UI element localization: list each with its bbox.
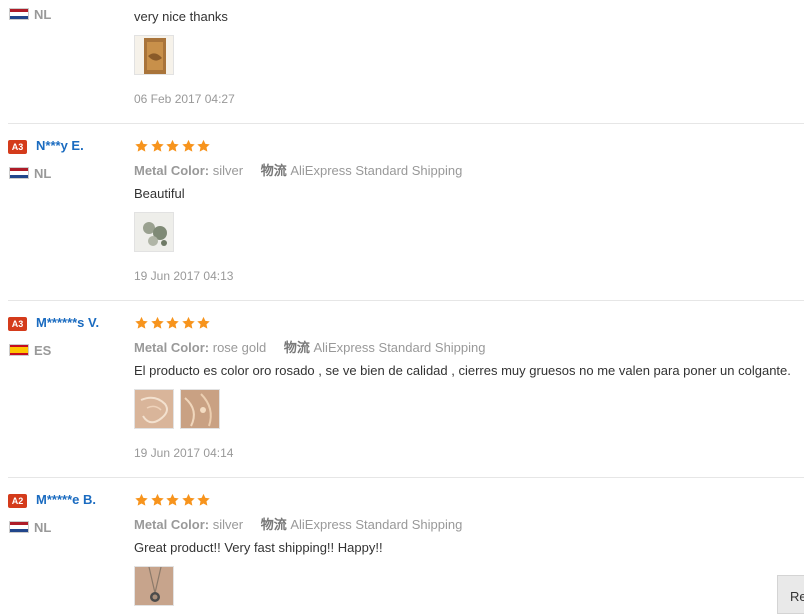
- star-icon: [181, 139, 195, 152]
- reviewer-name: N***y E.: [36, 138, 84, 153]
- review-text: Great product!! Very fast shipping!! Hap…: [134, 540, 383, 555]
- shipping-label: 物流: [260, 163, 287, 178]
- review-item: A3 M******s V. ES Metal Color: rose gold…: [8, 301, 804, 478]
- review-text: Beautiful: [134, 186, 185, 201]
- star-rating: [134, 493, 212, 507]
- shipping-label: 物流: [260, 517, 287, 532]
- shipping-value: AliExpress Standard Shipping: [290, 517, 463, 532]
- color-value: rose gold: [212, 340, 267, 355]
- star-icon: [166, 316, 179, 329]
- buyer-level-badge: A2: [8, 494, 27, 508]
- reviewer-name: M******s V.: [36, 315, 100, 330]
- review-text: very nice thanks: [134, 9, 228, 24]
- reviewer-name: M*****e B.: [36, 492, 96, 507]
- star-icon: [150, 316, 164, 329]
- star-icon: [197, 316, 210, 329]
- star-rating: [134, 139, 212, 153]
- star-icon: [197, 493, 210, 506]
- review-photo-thumbnail[interactable]: [134, 35, 174, 75]
- review-photos: [134, 566, 180, 608]
- shipping-value: AliExpress Standard Shipping: [290, 163, 463, 178]
- star-rating: [134, 316, 212, 330]
- flag-netherlands-icon: [9, 8, 29, 20]
- star-icon: [150, 139, 164, 152]
- star-icon: [181, 493, 195, 506]
- star-icon: [150, 493, 164, 506]
- star-icon: [135, 316, 148, 329]
- review-item: A3 N***y E. NL Metal Color: silver 物流 Al…: [8, 124, 804, 301]
- star-icon: [166, 139, 179, 152]
- flag-netherlands-icon: [9, 521, 29, 533]
- color-label: Metal Color:: [134, 163, 210, 178]
- review-item: A2 M*****e B. NL Metal Color: silver 物流 …: [8, 478, 804, 614]
- review-photo-thumbnail[interactable]: [134, 566, 174, 606]
- review-attributes: Metal Color: silver 物流 AliExpress Standa…: [134, 160, 462, 179]
- color-value: silver: [212, 163, 244, 178]
- flag-netherlands-icon: [9, 167, 29, 179]
- buyer-level-badge: A3: [8, 317, 27, 331]
- color-label: Metal Color:: [134, 517, 210, 532]
- star-icon: [135, 139, 148, 152]
- review-date: 19 Jun 2017 04:13: [134, 269, 234, 283]
- review-photo-thumbnail[interactable]: [134, 212, 174, 252]
- star-icon: [197, 139, 210, 152]
- floating-action-button[interactable]: Re: [777, 575, 804, 614]
- star-icon: [166, 493, 179, 506]
- shipping-label: 物流: [283, 340, 310, 355]
- review-photos: [134, 35, 180, 77]
- color-value: silver: [212, 517, 244, 532]
- review-date: 06 Feb 2017 04:27: [134, 92, 235, 106]
- review-date: 19 Jun 2017 04:14: [134, 446, 234, 460]
- star-icon: [181, 316, 195, 329]
- reviewer-country: NL: [34, 7, 52, 22]
- review-photo-thumbnail[interactable]: [134, 389, 174, 429]
- buyer-level-badge: A3: [8, 140, 27, 154]
- star-icon: [135, 493, 148, 506]
- reviewer-country: NL: [34, 166, 52, 181]
- review-text: El producto es color oro rosado , se ve …: [134, 363, 791, 378]
- review-attributes: Metal Color: rose gold 物流 AliExpress Sta…: [134, 337, 486, 356]
- review-item: NL very nice thanks 06 Feb 2017 04:27: [8, 0, 804, 124]
- review-photos: [134, 212, 180, 254]
- review-photo-thumbnail[interactable]: [180, 389, 220, 429]
- reviewer-country: NL: [34, 520, 52, 535]
- review-attributes: Metal Color: silver 物流 AliExpress Standa…: [134, 514, 462, 533]
- flag-spain-icon: [9, 344, 29, 356]
- reviewer-country: ES: [34, 343, 52, 358]
- review-photos: [134, 389, 226, 431]
- shipping-value: AliExpress Standard Shipping: [313, 340, 486, 355]
- color-label: Metal Color:: [134, 340, 210, 355]
